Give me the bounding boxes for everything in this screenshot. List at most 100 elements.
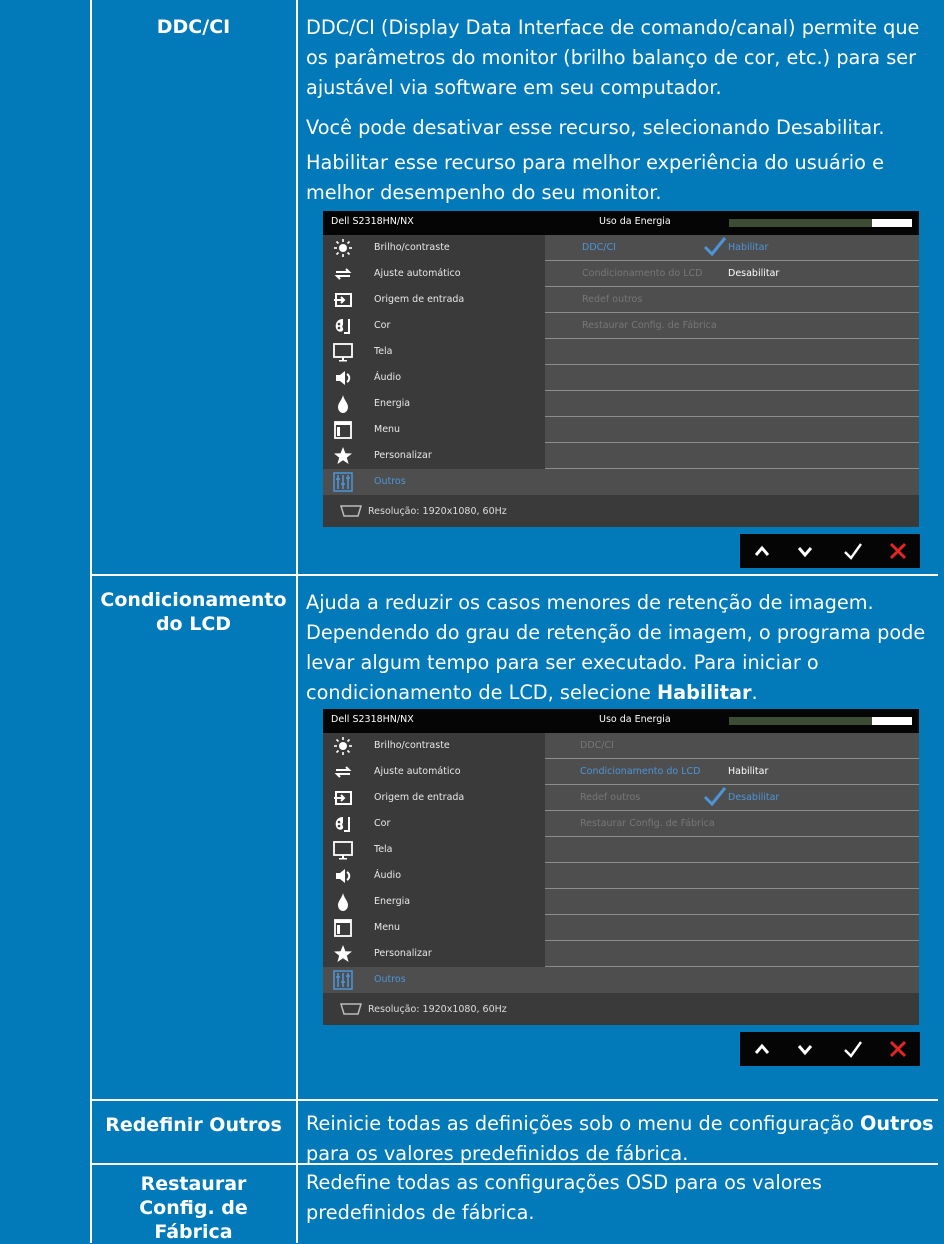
paragraph-text: Ajuda a reduzir os casos menores de rete… — [306, 591, 926, 704]
osd-sub-row — [545, 941, 919, 967]
osd-sub-item: Restaurar Config. de Fábrica — [582, 320, 717, 331]
osd-menu-item[interactable]: Menu — [323, 417, 545, 443]
osd-menu-label: Cor — [374, 818, 391, 829]
osd-menu-item[interactable]: Energia — [323, 391, 545, 417]
osd-header: Dell S2318HN/NX Uso da Energia — [323, 709, 919, 733]
close-icon[interactable] — [880, 534, 916, 568]
osd-sub-row[interactable]: Condicionamento do LCD Desabilitar — [545, 261, 919, 287]
row-divider — [90, 574, 938, 576]
osd-menu-item[interactable]: Outros — [323, 469, 545, 495]
osd-menu-item[interactable]: Personalizar — [323, 443, 545, 469]
osd-sub-item: DDC/CI — [582, 242, 616, 253]
osd-submenu: DDC/CI Condicionamento do LCD Habilitar … — [545, 733, 919, 993]
auto-adjust-icon — [334, 268, 352, 280]
osd-sub-row — [545, 915, 919, 941]
energy-usage-fill — [871, 219, 912, 227]
osd-menu-item[interactable]: Energia — [323, 889, 545, 915]
osd-menu-item[interactable]: Cor — [323, 313, 545, 339]
audio-icon — [336, 869, 351, 883]
label-line: Condicionamento — [100, 589, 287, 611]
check-icon[interactable] — [835, 1032, 871, 1066]
osd-menu-label: Ajuste automático — [374, 766, 461, 777]
osd-option-enable: Habilitar — [728, 766, 769, 777]
paragraph-text: . — [751, 681, 758, 704]
osd-sub-row — [545, 339, 919, 365]
osd-menu-item[interactable]: Brilho/contraste — [323, 235, 545, 261]
osd-sub-row[interactable]: Restaurar Config. de Fábrica — [545, 313, 919, 339]
osd-screenshot-lcd-conditioning: Dell S2318HN/NX Uso da Energia Brilho/co… — [323, 709, 919, 1025]
osd-menu-label: Ajuste automático — [374, 268, 461, 279]
osd-menu-label: Outros — [374, 974, 406, 985]
osd-sub-row[interactable]: DDC/CI — [545, 733, 919, 759]
osd-sub-row[interactable]: Condicionamento do LCD Habilitar — [545, 759, 919, 785]
vga-port-icon — [340, 1003, 362, 1015]
osd-menu-item[interactable]: Áudio — [323, 365, 545, 391]
osd-menu-item[interactable]: Ajuste automático — [323, 261, 545, 287]
osd-sub-row — [545, 391, 919, 417]
osd-menu-label: Áudio — [374, 372, 402, 383]
osd-menu-item[interactable]: Cor — [323, 811, 545, 837]
osd-resolution: Resolução: 1920x1080, 60Hz — [368, 506, 507, 517]
osd-menu-label: Personalizar — [374, 450, 432, 461]
selected-check-icon — [703, 787, 727, 806]
brightness-icon — [334, 737, 352, 755]
osd-submenu: DDC/CI Habilitar Condicionamento do LCD … — [545, 235, 919, 495]
paragraph-bold: Outros — [860, 1112, 934, 1135]
osd-option-disable: Desabilitar — [728, 268, 780, 279]
menu-icon — [334, 919, 352, 937]
osd-sub-row[interactable]: Restaurar Config. de Fábrica — [545, 811, 919, 837]
osd-menu-label: Brilho/contraste — [374, 242, 450, 253]
label-line: Redefinir Outros — [105, 1114, 282, 1136]
osd-menu-label: Outros — [374, 476, 406, 487]
brightness-icon — [334, 239, 352, 257]
reset-others-description: Reinicie todas as definições sob o menu … — [306, 1109, 938, 1169]
osd-menu-item[interactable]: Tela — [323, 339, 545, 365]
osd-model: Dell S2318HN/NX — [331, 714, 414, 725]
osd-menu-item[interactable]: Origem de entrada — [323, 785, 545, 811]
label-line: Fábrica — [154, 1221, 233, 1243]
monitor-button-bar — [740, 534, 920, 568]
down-icon[interactable] — [787, 1032, 823, 1066]
ddc-ci-enable-note: Habilitar esse recurso para melhor exper… — [306, 151, 884, 204]
osd-sub-row — [545, 443, 919, 469]
osd-main-menu: Brilho/contraste Ajuste automático Origem … — [323, 733, 545, 993]
osd-sub-row[interactable]: DDC/CI Habilitar — [545, 235, 919, 261]
osd-menu-item[interactable]: Ajuste automático — [323, 759, 545, 785]
osd-sub-item: Redef outros — [582, 294, 643, 305]
osd-menu-item[interactable]: Origem de entrada — [323, 287, 545, 313]
row-divider — [90, 1099, 938, 1101]
close-icon[interactable] — [880, 1032, 916, 1066]
down-icon[interactable] — [787, 534, 823, 568]
auto-adjust-icon — [334, 766, 352, 778]
osd-sub-item: Condicionamento do LCD — [582, 268, 703, 279]
osd-menu-item[interactable]: Brilho/contraste — [323, 733, 545, 759]
osd-sub-item: Redef outros — [580, 792, 641, 803]
osd-model: Dell S2318HN/NX — [331, 216, 414, 227]
osd-menu-item[interactable]: Menu — [323, 915, 545, 941]
osd-resolution: Resolução: 1920x1080, 60Hz — [368, 1004, 507, 1015]
osd-sub-row[interactable]: Redef outros — [545, 287, 919, 313]
star-icon — [334, 945, 352, 962]
osd-menu-item[interactable]: Outros — [323, 967, 545, 993]
up-icon[interactable] — [744, 534, 780, 568]
others-icon — [333, 472, 353, 492]
up-icon[interactable] — [744, 1032, 780, 1066]
ddc-ci-disable-note: Você pode desativar esse recurso, seleci… — [306, 116, 885, 139]
check-icon[interactable] — [835, 534, 871, 568]
display-icon — [333, 343, 353, 362]
osd-menu-item[interactable]: Áudio — [323, 863, 545, 889]
osd-menu-item[interactable]: Tela — [323, 837, 545, 863]
input-source-icon — [334, 791, 352, 805]
osd-sub-row[interactable]: Redef outros Desabilitar — [545, 785, 919, 811]
osd-sub-row — [545, 863, 919, 889]
osd-main-menu: Brilho/contraste Ajuste automático Origem … — [323, 235, 545, 495]
ddc-ci-description: DDC/CI (Display Data Interface de comand… — [306, 16, 920, 99]
osd-sub-item: Restaurar Config. de Fábrica — [580, 818, 715, 829]
paragraph-bold: Habilitar — [657, 681, 752, 704]
osd-menu-label: Origem de entrada — [374, 792, 465, 803]
osd-menu-item[interactable]: Personalizar — [323, 941, 545, 967]
row-label-factory-reset: Restaurar Config. de Fábrica — [92, 1172, 295, 1244]
osd-sub-row — [545, 365, 919, 391]
row-label-lcd-conditioning: Condicionamento do LCD — [92, 588, 295, 636]
osd-option-disable: Desabilitar — [728, 792, 780, 803]
